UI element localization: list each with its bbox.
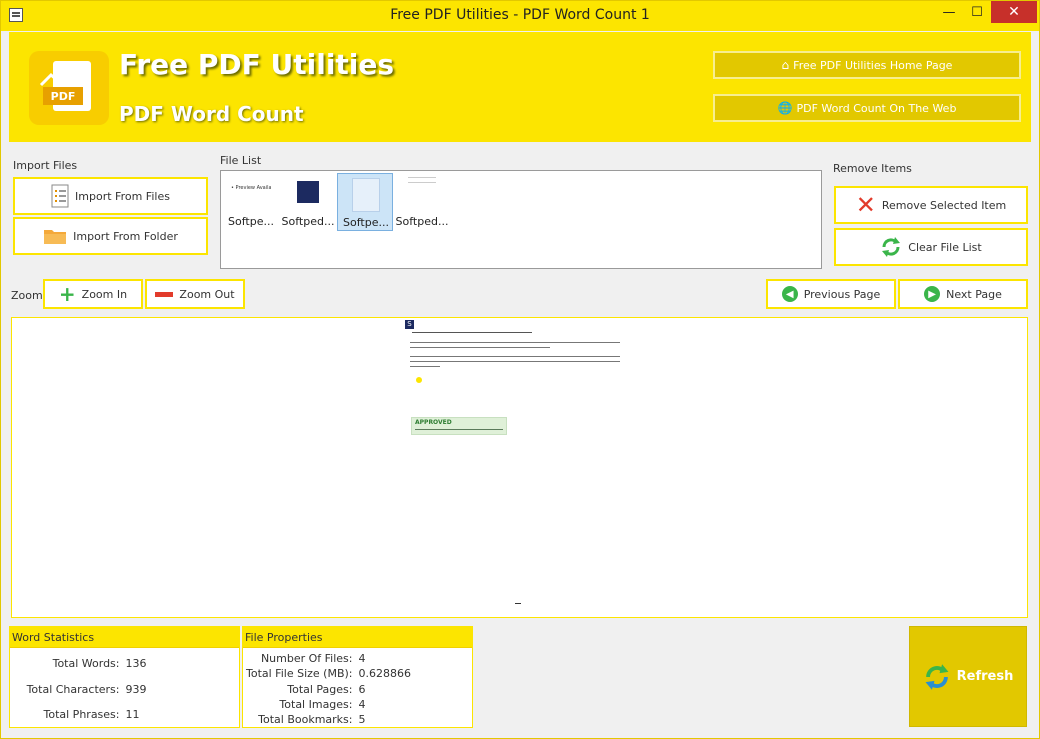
title-bar: Free PDF Utilities - PDF Word Count 1 — …: [1, 1, 1039, 31]
import-from-folder-label: Import From Folder: [73, 229, 178, 243]
arrow-right-icon: ▶: [924, 286, 941, 302]
import-files-label: Import Files: [13, 159, 78, 172]
file-list-icon: [51, 184, 69, 208]
close-button[interactable]: ✕: [991, 1, 1037, 23]
previous-page-label: Previous Page: [803, 287, 881, 301]
home-page-button[interactable]: ⌂ Free PDF Utilities Home Page: [713, 51, 1021, 79]
file-thumbnail: [297, 181, 319, 203]
refresh-icon: [925, 663, 949, 690]
app-window: Free PDF Utilities - PDF Word Count 1 — …: [0, 0, 1040, 739]
logo-pdf-tag: PDF: [43, 87, 83, 105]
refresh-label: Refresh: [956, 669, 1014, 684]
trend-arrow-icon: [39, 67, 72, 87]
text-line: [410, 347, 550, 348]
file-item[interactable]: • Preview Availabl Softpe...: [223, 173, 279, 229]
file-list-label: File List: [220, 154, 262, 167]
import-from-files-button[interactable]: Import From Files: [13, 177, 208, 215]
zoom-label: Zoom:: [11, 289, 47, 302]
zoom-in-label: Zoom In: [81, 287, 128, 301]
minimize-icon: —: [942, 4, 956, 20]
zoom-out-label: Zoom Out: [179, 287, 235, 301]
plus-icon: +: [58, 282, 76, 306]
total-characters-value: 939: [125, 683, 147, 696]
remove-selected-label: Remove Selected Item: [881, 198, 1007, 212]
refresh-button[interactable]: Refresh: [909, 626, 1027, 727]
word-statistics-label: Word Statistics: [10, 627, 239, 648]
window-title: Free PDF Utilities - PDF Word Count 1: [390, 7, 650, 23]
total-file-size-value: 0.628866: [358, 667, 412, 680]
maximize-button[interactable]: ☐: [963, 1, 991, 23]
remove-icon: ✕: [855, 191, 876, 219]
file-thumbnail: [352, 178, 380, 212]
previous-page-button[interactable]: ◀ Previous Page: [766, 279, 896, 309]
file-item[interactable]: Softped...: [280, 173, 336, 229]
file-item-label: Softped...: [281, 215, 335, 228]
app-subtitle: PDF Word Count: [119, 102, 304, 126]
word-statistics-panel: Word Statistics Total Words: 136 Total C…: [9, 626, 240, 728]
text-line: [410, 361, 620, 362]
file-item-label: Softped...: [395, 215, 449, 228]
page-logo: S: [405, 320, 414, 329]
folder-icon: [44, 230, 67, 244]
text-line: [410, 356, 620, 357]
file-item-label: Softpe...: [343, 216, 389, 229]
zoom-in-button[interactable]: + Zoom In: [43, 279, 143, 309]
clear-file-list-button[interactable]: Clear File List: [834, 228, 1028, 266]
globe-icon: 🌐: [777, 101, 793, 115]
import-from-files-label: Import From Files: [75, 189, 170, 203]
header-banner: PDF Free PDF Utilities PDF Word Count ⌂ …: [9, 32, 1031, 142]
close-icon: ✕: [1008, 4, 1020, 20]
import-from-folder-button[interactable]: Import From Folder: [13, 217, 208, 255]
arrow-left-icon: ◀: [781, 286, 798, 302]
page-number: [515, 603, 521, 604]
highlight-dot: [416, 377, 422, 383]
web-page-button[interactable]: 🌐 PDF Word Count On The Web: [713, 94, 1021, 122]
total-phrases-value: 11: [125, 708, 140, 721]
total-images-value: 4: [358, 698, 366, 711]
maximize-icon: ☐: [971, 4, 983, 20]
file-item[interactable]: Softped...: [394, 173, 450, 229]
file-item-label: Softpe...: [228, 215, 274, 228]
refresh-icon: [882, 237, 901, 257]
text-line: [410, 366, 440, 367]
file-properties-panel: File Properties Number Of Files: 4 Total…: [242, 626, 473, 728]
zoom-out-button[interactable]: Zoom Out: [145, 279, 245, 309]
page-preview[interactable]: S APPROVED: [11, 317, 1028, 618]
web-page-label: PDF Word Count On The Web: [796, 101, 957, 115]
app-title: Free PDF Utilities: [119, 48, 395, 81]
minimize-button[interactable]: —: [935, 1, 963, 23]
file-thumbnail: [408, 177, 436, 183]
next-page-button[interactable]: ▶ Next Page: [898, 279, 1028, 309]
approved-stamp-text: APPROVED: [415, 419, 452, 426]
total-bookmarks-value: 5: [358, 713, 366, 726]
home-icon: ⌂: [781, 58, 790, 72]
file-item-selected[interactable]: Softpe...: [337, 173, 393, 231]
file-properties-label: File Properties: [243, 627, 472, 648]
approved-stamp: APPROVED: [411, 417, 507, 435]
remove-selected-item-button[interactable]: ✕ Remove Selected Item: [834, 186, 1028, 224]
file-list[interactable]: • Preview Availabl Softpe... Softped... …: [220, 170, 822, 269]
next-page-label: Next Page: [946, 287, 1002, 301]
minus-icon: [155, 291, 174, 297]
total-pages-value: 6: [358, 683, 366, 696]
home-page-label: Free PDF Utilities Home Page: [793, 58, 953, 72]
text-line: [412, 332, 532, 333]
app-logo: PDF: [29, 51, 109, 125]
file-thumbnail: • Preview Availabl: [231, 185, 271, 191]
remove-items-label: Remove Items: [833, 162, 912, 175]
total-words-value: 136: [125, 657, 147, 670]
text-line: [410, 342, 620, 343]
clear-file-list-label: Clear File List: [908, 240, 982, 254]
number-of-files-value: 4: [358, 652, 366, 665]
